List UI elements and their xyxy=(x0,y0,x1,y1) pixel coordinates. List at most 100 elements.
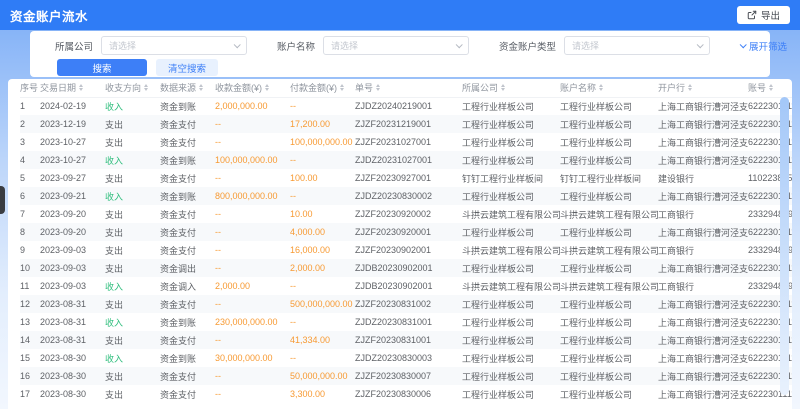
cell-bank: 上海工商银行漕河泾支行 xyxy=(658,223,748,241)
sort-caret-icon[interactable] xyxy=(769,84,773,91)
floating-side-widget[interactable] xyxy=(0,186,5,214)
table-row: 62023-09-21收入资金到账800,000,000.00--ZJDZ202… xyxy=(20,187,792,205)
cell-receive_amount: -- xyxy=(215,133,290,151)
account_type-select[interactable]: 请选择 xyxy=(564,36,710,55)
cell-pay_amount: 16,000.00 xyxy=(290,241,355,259)
sort-caret-icon[interactable] xyxy=(501,84,505,91)
search-button[interactable]: 搜索 xyxy=(57,59,147,76)
cell-doc_no: ZJDZ20230830002 xyxy=(355,187,462,205)
table-row: 32023-10-27支出资金支付--100,000,000.00ZJZF202… xyxy=(20,133,792,151)
column-label-pay_amount: 付款金额(¥) xyxy=(290,81,337,94)
column-label-account_no: 账号 xyxy=(748,81,766,94)
cell-source: 资金支付 xyxy=(160,367,215,385)
cell-trade_date: 2023-09-03 xyxy=(40,259,105,277)
column-header-direction[interactable]: 收支方向 xyxy=(105,79,160,97)
cell-direction: 支出 xyxy=(105,205,160,223)
column-header-account_no[interactable]: 账号 xyxy=(748,79,792,97)
cell-receive_amount: -- xyxy=(215,295,290,313)
cell-receive_amount: -- xyxy=(215,241,290,259)
column-header-pay_amount[interactable]: 付款金额(¥) xyxy=(290,79,355,97)
cell-source: 资金支付 xyxy=(160,241,215,259)
table-row: 132023-08-31收入资金到账230,000,000.00--ZJDZ20… xyxy=(20,313,792,331)
cell-pay_amount: 2,000.00 xyxy=(290,259,355,277)
sort-caret-icon[interactable] xyxy=(599,84,603,91)
cell-doc_no: ZJZF20230902001 xyxy=(355,241,462,259)
cell-account_name: 工程行业样板公司 xyxy=(560,259,658,277)
filter-field-account_type: 资金账户类型请选择 xyxy=(499,36,710,55)
cell-company: 斗拱云建筑工程有限公司 xyxy=(462,205,560,223)
cell-source: 资金支付 xyxy=(160,133,215,151)
column-header-bank[interactable]: 开户行 xyxy=(658,79,748,97)
table-row: 12024-02-19收入资金到账2,000,000.00--ZJDZ20240… xyxy=(20,97,792,115)
cell-pay_amount: 10.00 xyxy=(290,205,355,223)
cell-trade_date: 2023-10-27 xyxy=(40,133,105,151)
cell-index: 6 xyxy=(20,187,40,205)
column-header-doc_no[interactable]: 单号 xyxy=(355,79,462,97)
cell-trade_date: 2023-09-27 xyxy=(40,169,105,187)
cell-receive_amount: -- xyxy=(215,385,290,403)
sort-caret-icon[interactable] xyxy=(376,84,380,91)
cell-bank: 工商银行 xyxy=(658,241,748,259)
cell-index: 8 xyxy=(20,223,40,241)
column-header-trade_date[interactable]: 交易日期 xyxy=(40,79,105,97)
cell-account_name: 工程行业样板公司 xyxy=(560,313,658,331)
cell-direction: 支出 xyxy=(105,169,160,187)
column-label-source: 数据来源 xyxy=(160,81,196,94)
company-select[interactable]: 请选择 xyxy=(101,36,247,55)
cell-company: 工程行业样板公司 xyxy=(462,259,560,277)
sort-caret-icon[interactable] xyxy=(688,84,692,91)
cell-source: 资金到账 xyxy=(160,187,215,205)
table-row: 42023-10-27收入资金到账100,000,000.00--ZJDZ202… xyxy=(20,151,792,169)
cell-account_name: 工程行业样板公司 xyxy=(560,187,658,205)
column-header-company[interactable]: 所属公司 xyxy=(462,79,560,97)
column-label-index: 序号 xyxy=(20,81,38,94)
cell-account_name: 工程行业样板公司 xyxy=(560,133,658,151)
cell-bank: 上海工商银行漕河泾支行 xyxy=(658,331,748,349)
cell-index: 16 xyxy=(20,367,40,385)
cell-company: 斗拱云建筑工程有限公司 xyxy=(462,241,560,259)
transactions-table: 序号交易日期收支方向数据来源 收款金额(¥)付款金额(¥) 单号 所属公司账户名称开户… xyxy=(20,79,792,403)
cell-pay_amount: 4,000.00 xyxy=(290,223,355,241)
cell-account_name: 工程行业样板公司 xyxy=(560,385,658,403)
cell-bank: 工商银行 xyxy=(658,277,748,295)
cell-index: 9 xyxy=(20,241,40,259)
cell-trade_date: 2023-09-03 xyxy=(40,277,105,295)
cell-index: 1 xyxy=(20,97,40,115)
cell-source: 资金调入 xyxy=(160,277,215,295)
cell-company: 工程行业样板公司 xyxy=(462,223,560,241)
cell-index: 4 xyxy=(20,151,40,169)
account_name-select[interactable]: 请选择 xyxy=(323,36,469,55)
cell-trade_date: 2023-09-03 xyxy=(40,241,105,259)
cell-trade_date: 2023-10-27 xyxy=(40,151,105,169)
filter-label-account_name: 账户名称 xyxy=(277,39,315,53)
clear-search-button[interactable]: 清空搜索 xyxy=(156,59,218,76)
column-header-account_name[interactable]: 账户名称 xyxy=(560,79,658,97)
cell-receive_amount: 2,000.00 xyxy=(215,277,290,295)
sort-caret-icon[interactable] xyxy=(340,84,344,91)
cell-company: 工程行业样板公司 xyxy=(462,187,560,205)
cell-index: 3 xyxy=(20,133,40,151)
account_type-select-placeholder: 请选择 xyxy=(572,39,599,52)
column-header-receive_amount[interactable]: 收款金额(¥) xyxy=(215,79,290,97)
cell-doc_no: ZJDZ20240219001 xyxy=(355,97,462,115)
filter-label-company: 所属公司 xyxy=(55,39,93,53)
cell-direction: 支出 xyxy=(105,331,160,349)
sort-caret-icon[interactable] xyxy=(144,84,148,91)
cell-receive_amount: -- xyxy=(215,169,290,187)
vertical-scrollbar[interactable] xyxy=(780,97,789,395)
cell-company: 工程行业样板公司 xyxy=(462,349,560,367)
column-label-doc_no: 单号 xyxy=(355,81,373,94)
column-header-source[interactable]: 数据来源 xyxy=(160,79,215,97)
cell-bank: 上海工商银行漕河泾支行 xyxy=(658,133,748,151)
cell-trade_date: 2024-02-19 xyxy=(40,97,105,115)
cell-receive_amount: -- xyxy=(215,115,290,133)
sort-caret-icon[interactable] xyxy=(199,84,203,91)
cell-source: 资金支付 xyxy=(160,331,215,349)
cell-index: 11 xyxy=(20,277,40,295)
export-button[interactable]: 导出 xyxy=(737,6,790,24)
cell-trade_date: 2023-08-31 xyxy=(40,313,105,331)
expand-filters-link[interactable]: 展开筛选 xyxy=(740,39,787,53)
cell-company: 工程行业样板公司 xyxy=(462,151,560,169)
sort-caret-icon[interactable] xyxy=(79,84,83,91)
sort-caret-icon[interactable] xyxy=(265,84,269,91)
